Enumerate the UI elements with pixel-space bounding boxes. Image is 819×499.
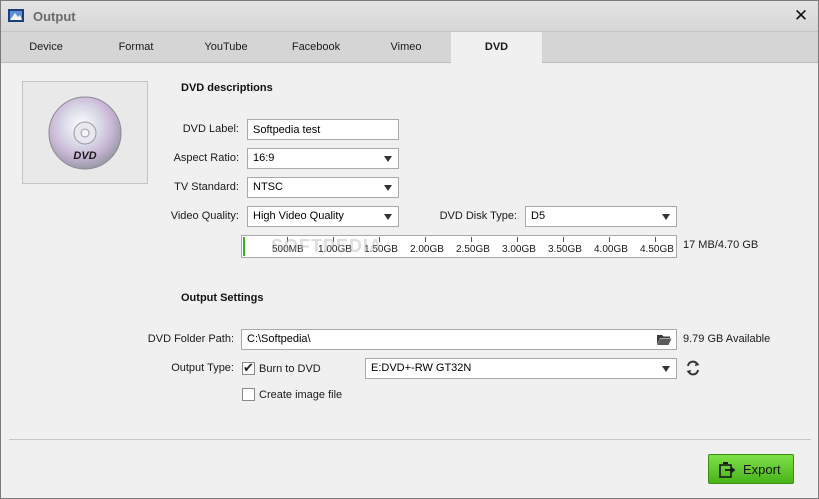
- dvd-thumbnail: DVD: [22, 81, 148, 184]
- create-image-checkbox[interactable]: [242, 388, 255, 401]
- tab-dvd[interactable]: DVD: [451, 32, 542, 64]
- footer-divider: [9, 439, 811, 440]
- tab-vimeo[interactable]: Vimeo: [361, 32, 451, 63]
- capacity-tick: [517, 237, 518, 242]
- tv-standard-select[interactable]: NTSC: [247, 177, 399, 198]
- create-image-label: Create image file: [259, 389, 343, 401]
- tv-standard-value: NTSC: [253, 181, 283, 193]
- checkmark-icon: ✔: [243, 360, 254, 375]
- tab-format[interactable]: Format: [91, 32, 181, 63]
- dvd-descriptions-heading: DVD descriptions: [181, 82, 273, 94]
- capacity-tick-label: 3.00GB: [502, 244, 536, 255]
- dvd-drive-value: E:DVD+-RW GT32N: [371, 362, 472, 374]
- svg-text:DVD: DVD: [73, 150, 96, 162]
- dvd-label-input[interactable]: [247, 119, 399, 140]
- aspect-ratio-value: 16:9: [253, 152, 275, 164]
- capacity-tick: [655, 237, 656, 242]
- app-icon: [8, 9, 24, 22]
- capacity-tick: [609, 237, 610, 242]
- video-quality-label: Video Quality:: [170, 210, 239, 222]
- tab-bar: Device Format YouTube Facebook Vimeo DVD: [1, 32, 818, 64]
- dvd-disc-icon: DVD: [48, 96, 122, 170]
- title-bar: Output ✕: [1, 1, 818, 32]
- capacity-tick-label: 3.50GB: [548, 244, 582, 255]
- chevron-down-icon: [384, 214, 392, 220]
- chevron-down-icon: [384, 185, 392, 191]
- window-title: Output: [33, 9, 76, 24]
- aspect-ratio-select[interactable]: 16:9: [247, 148, 399, 169]
- disk-type-value: D5: [531, 210, 546, 222]
- available-space-text: 9.79 GB Available: [683, 333, 771, 345]
- capacity-tick-label: 2.50GB: [456, 244, 490, 255]
- capacity-tick: [425, 237, 426, 242]
- refresh-icon[interactable]: [685, 360, 701, 376]
- folder-path-field[interactable]: C:\Softpedia\: [241, 329, 677, 350]
- dvd-label-label: DVD Label:: [182, 123, 239, 135]
- chevron-down-icon: [384, 156, 392, 162]
- export-icon: [719, 462, 736, 478]
- capacity-tick: [563, 237, 564, 242]
- disk-type-label: DVD Disk Type:: [439, 210, 517, 222]
- capacity-tick: [471, 237, 472, 242]
- folder-open-icon[interactable]: [656, 333, 672, 346]
- capacity-tick-label: 4.00GB: [594, 244, 628, 255]
- capacity-tick-label: 4.50GB: [640, 244, 674, 255]
- tab-youtube[interactable]: YouTube: [181, 32, 271, 63]
- video-quality-select[interactable]: High Video Quality: [247, 206, 399, 227]
- tv-standard-label: TV Standard:: [174, 181, 239, 193]
- dvd-drive-select[interactable]: E:DVD+-RW GT32N: [365, 358, 677, 379]
- video-quality-value: High Video Quality: [253, 210, 344, 222]
- burn-to-dvd-checkbox[interactable]: ✔: [242, 360, 255, 375]
- folder-path-value: C:\Softpedia\: [247, 333, 311, 345]
- output-settings-heading: Output Settings: [181, 292, 264, 304]
- output-window: Output ✕ Device Format YouTube Facebook …: [0, 0, 819, 499]
- export-button[interactable]: Export: [708, 454, 794, 484]
- close-icon[interactable]: ✕: [792, 7, 810, 25]
- output-type-label: Output Type:: [171, 362, 234, 374]
- capacity-fill: [243, 237, 245, 256]
- disk-type-select[interactable]: D5: [525, 206, 677, 227]
- aspect-ratio-label: Aspect Ratio:: [173, 152, 239, 164]
- capacity-tick-label: 2.00GB: [410, 244, 444, 255]
- chevron-down-icon: [662, 366, 670, 372]
- softpedia-watermark: SOFTPEDIA: [271, 236, 384, 256]
- capacity-usage-text: 17 MB/4.70 GB: [683, 239, 759, 251]
- tab-facebook[interactable]: Facebook: [271, 32, 361, 63]
- folder-path-label: DVD Folder Path:: [147, 333, 234, 345]
- burn-to-dvd-label: Burn to DVD: [259, 363, 321, 375]
- tab-device[interactable]: Device: [1, 32, 91, 63]
- export-label: Export: [743, 462, 781, 477]
- chevron-down-icon: [662, 214, 670, 220]
